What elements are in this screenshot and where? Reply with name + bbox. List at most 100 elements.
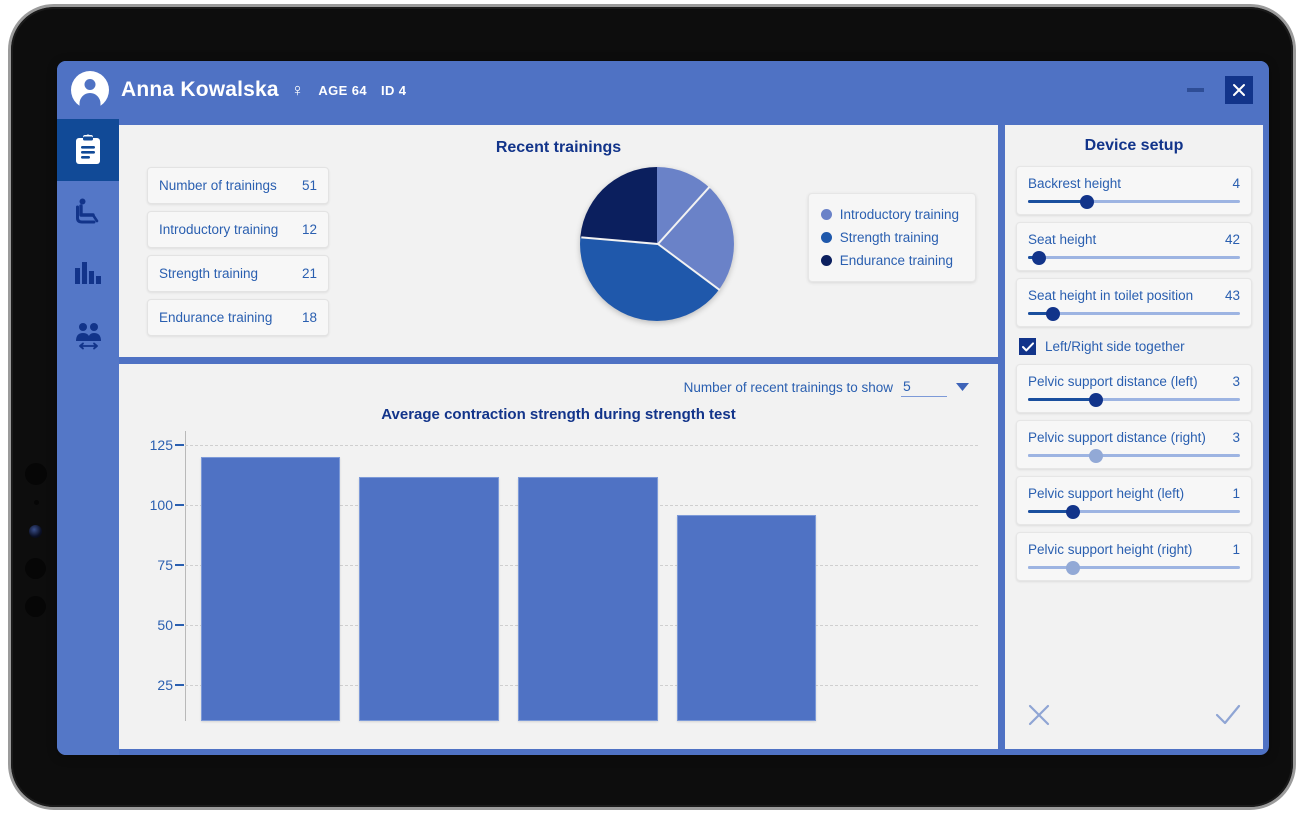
pie-separator	[580, 236, 658, 245]
legend-label: Introductory training	[839, 207, 959, 222]
slider-track[interactable]	[1028, 250, 1240, 265]
stat-card-list: Number of trainings 51 Introductory trai…	[147, 167, 329, 336]
slider-head: Seat height in toilet position 43	[1028, 288, 1240, 303]
close-icon	[1233, 84, 1245, 96]
bar[interactable]	[676, 514, 817, 721]
bar[interactable]	[200, 457, 341, 721]
stat-label: Number of trainings	[159, 178, 277, 193]
content-area: Recent trainings Number of trainings 51 …	[119, 119, 1269, 755]
slider-track[interactable]	[1028, 194, 1240, 209]
device-actions	[1016, 687, 1252, 749]
bezel-mic-dot	[25, 558, 46, 579]
slider-value: 4	[1232, 176, 1240, 191]
legend-item[interactable]: Strength training	[820, 226, 959, 249]
bar[interactable]	[359, 476, 500, 721]
pie-legend: Introductory training Strength training …	[807, 193, 976, 282]
checkbox-label: Left/Right side together	[1045, 339, 1185, 354]
sidebar-item-users-width[interactable]	[57, 305, 119, 367]
stat-card[interactable]: Endurance training 18	[147, 299, 329, 336]
checkbox-box[interactable]	[1019, 338, 1036, 355]
stat-card[interactable]: Number of trainings 51	[147, 167, 329, 204]
slider-track[interactable]	[1028, 392, 1240, 407]
slider-head: Seat height 42	[1028, 232, 1240, 247]
window-controls	[1183, 76, 1253, 104]
application-window: Anna Kowalska ♀ AGE 64 ID 4 Recent train…	[57, 61, 1269, 755]
legend-item[interactable]: Endurance training	[820, 249, 959, 272]
stat-value: 18	[301, 310, 317, 325]
slider-value: 1	[1232, 486, 1240, 501]
slider-head: Pelvic support distance (left) 3	[1028, 374, 1240, 389]
stat-label: Introductory training	[159, 222, 279, 237]
y-axis-tick-mark	[175, 684, 184, 687]
slider-track[interactable]	[1028, 504, 1240, 519]
bezel-sensor-dot	[34, 500, 39, 505]
slider-card-pelvic-height-left: Pelvic support height (left) 1	[1016, 476, 1252, 525]
slider-value: 43	[1224, 288, 1240, 303]
y-axis-tick-label: 50	[157, 617, 173, 634]
recent-trainings-card: Recent trainings Number of trainings 51 …	[119, 125, 998, 357]
stat-card[interactable]: Introductory training 12	[147, 211, 329, 248]
check-mark-icon[interactable]	[1214, 702, 1242, 728]
bar[interactable]	[518, 476, 658, 721]
sidebar-item-bar-chart[interactable]	[57, 243, 119, 305]
stat-label: Strength training	[159, 266, 259, 281]
legend-color-swatch	[820, 255, 832, 266]
pie-chart[interactable]	[579, 167, 734, 321]
y-axis-tick-label: 125	[149, 437, 173, 454]
slider-card-backrest-height: Backrest height 4	[1016, 166, 1252, 215]
slider-thumb[interactable]	[1031, 250, 1046, 265]
show-count-row: Number of recent trainings to show 5	[133, 374, 984, 400]
sidebar-item-seated-person[interactable]	[57, 181, 119, 243]
tablet-device-frame: Anna Kowalska ♀ AGE 64 ID 4 Recent train…	[8, 4, 1296, 810]
slider-fill	[1028, 200, 1088, 203]
left-right-together-checkbox[interactable]: Left/Right side together	[1019, 338, 1252, 355]
device-setup-panel: Device setup Backrest height 4 Seat heig…	[1005, 125, 1263, 749]
bar-chart-card: Number of recent trainings to show 5 Ave…	[119, 364, 998, 749]
female-symbol-icon: ♀	[290, 80, 305, 100]
slider-value: 42	[1224, 232, 1240, 247]
slider-head: Backrest height 4	[1028, 176, 1240, 191]
legend-label: Endurance training	[839, 253, 954, 268]
bar-chart-plot: 25 50 75 100 125	[150, 431, 978, 721]
minimize-button[interactable]	[1183, 78, 1207, 102]
bar-chart-title: Average contraction strength during stre…	[381, 406, 736, 423]
slider-track[interactable]	[1028, 306, 1240, 321]
sidebar-item-clipboard[interactable]	[57, 119, 119, 181]
slider-value: 3	[1232, 430, 1240, 445]
title-bar: Anna Kowalska ♀ AGE 64 ID 4	[57, 61, 1269, 119]
slider-thumb[interactable]	[1046, 306, 1061, 321]
y-axis-tick-label: 100	[149, 497, 173, 514]
bezel-speaker-dot	[25, 463, 47, 485]
bar-chart-icon	[75, 262, 101, 284]
slider-track	[1028, 560, 1240, 575]
clipboard-icon	[76, 134, 100, 164]
bezel-button-dot	[25, 596, 46, 617]
close-button[interactable]	[1225, 76, 1253, 104]
check-icon	[1021, 341, 1034, 351]
slider-thumb	[1088, 448, 1103, 463]
chevron-down-icon[interactable]	[955, 382, 970, 392]
slider-card-pelvic-distance-right: Pelvic support distance (right) 3	[1016, 420, 1252, 469]
users-width-icon	[76, 323, 101, 350]
show-count-select[interactable]: 5	[901, 378, 947, 397]
slider-fill	[1028, 454, 1096, 457]
sidebar	[57, 119, 119, 755]
stat-label: Endurance training	[159, 310, 273, 325]
slider-thumb[interactable]	[1088, 392, 1103, 407]
slider-label: Pelvic support height (right)	[1028, 542, 1193, 557]
slider-thumb[interactable]	[1080, 194, 1095, 209]
slider-thumb[interactable]	[1065, 504, 1080, 519]
legend-item[interactable]: Introductory training	[820, 203, 959, 226]
slider-card-seat-height-toilet: Seat height in toilet position 43	[1016, 278, 1252, 327]
slider-label: Pelvic support distance (left)	[1028, 374, 1198, 389]
slider-fill	[1028, 398, 1096, 401]
slider-label: Seat height in toilet position	[1028, 288, 1194, 303]
y-axis-tick-mark	[175, 624, 184, 627]
legend-label: Strength training	[839, 230, 939, 245]
close-x-icon[interactable]	[1026, 702, 1052, 728]
window-body: Recent trainings Number of trainings 51 …	[57, 119, 1269, 755]
y-axis-tick-label: 25	[157, 677, 173, 694]
stat-card[interactable]: Strength training 21	[147, 255, 329, 292]
y-axis-line	[185, 431, 186, 721]
slider-head: Pelvic support height (right) 1	[1028, 542, 1240, 557]
